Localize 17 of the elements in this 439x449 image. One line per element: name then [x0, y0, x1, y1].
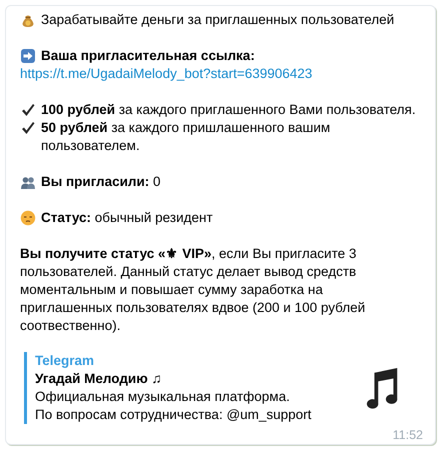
people-icon	[20, 174, 36, 190]
unamused-face-icon	[20, 210, 36, 226]
message-paragraph: Вы получите статус «⚜ VIP», если Вы пригласите 3 пользователей. Данный статус делает вывод средств моментальным и повышает сумму заработка на приглашенных пользователях вдвое (200 и 100 рублей соотвественно).	[20, 246, 366, 333]
check-mark-icon	[20, 102, 36, 118]
message-text: 100 рублей за каждого приглашенного Вами пользователя.	[41, 101, 416, 119]
message-text: Статус: обычный резидент	[41, 209, 213, 227]
message-time: 11:52	[392, 428, 423, 442]
preview-title: Угадай Мелодию ♫	[35, 370, 163, 388]
message-text: Ваша пригласительная ссылка:	[41, 47, 255, 65]
invite-link[interactable]: https://t.me/UgadaiMelody_bot?start=639906423	[20, 66, 312, 81]
check-mark-icon	[20, 120, 36, 136]
link-preview[interactable]: Telegram Угадай Мелодию ♫ Официальная музыкальная платформа. По вопросам сотрудничества: @um_support	[24, 352, 423, 424]
preview-description: Официальная музыкальная платформа. По вопросам сотрудничества: @um_support	[35, 388, 312, 424]
message-text: 50 рублей за каждого пришлашенного вашим пользователем.	[41, 119, 330, 155]
message-text: Вы пригласили: 0	[41, 173, 161, 191]
preview-site-name: Telegram	[35, 352, 96, 370]
message-text: Зарабатывайте деньги за приглашенных пользователей	[41, 11, 394, 29]
